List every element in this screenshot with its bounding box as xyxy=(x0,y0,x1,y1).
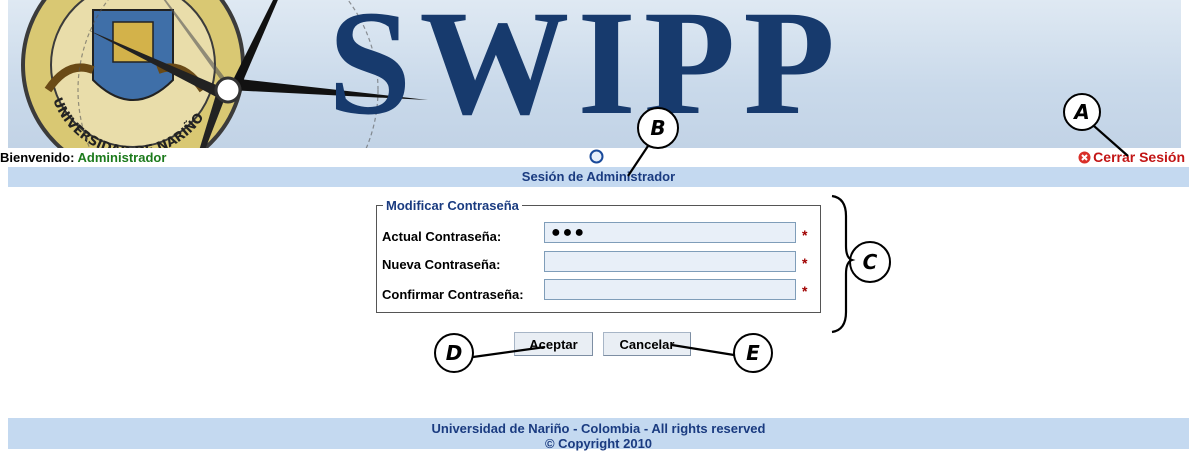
close-circle-icon xyxy=(1078,151,1091,163)
new-password-label: Nueva Contraseña: xyxy=(382,257,501,272)
new-password-input[interactable] xyxy=(544,251,796,272)
welcome-user: Administrador xyxy=(77,150,167,165)
required-marker: * xyxy=(802,227,808,243)
logout-label: Cerrar Sesión xyxy=(1093,149,1185,165)
required-marker: * xyxy=(802,283,808,299)
current-password-input[interactable] xyxy=(544,222,796,243)
cancel-button[interactable]: Cancelar xyxy=(603,332,691,356)
banner-title: SWIPP xyxy=(328,0,844,146)
logout-link[interactable]: Cerrar Sesión xyxy=(1078,149,1185,165)
welcome-text: Bienvenido: Administrador xyxy=(0,150,166,165)
welcome-label: Bienvenido: xyxy=(0,150,75,165)
page-footer: Universidad de Nariño - Colombia - All r… xyxy=(8,418,1189,451)
home-circle-icon[interactable] xyxy=(589,149,604,164)
session-title: Sesión de Administrador xyxy=(521,169,676,184)
footer-line1: Universidad de Nariño - Colombia - All r… xyxy=(431,421,766,436)
site-banner: UNIVERSIDAD DE NARIÑO SWIPP xyxy=(8,0,1181,148)
welcome-bar: Bienvenido: Administrador Cerrar Sesión xyxy=(0,148,1189,166)
confirm-password-input[interactable] xyxy=(544,279,796,300)
session-title-bar: Sesión de Administrador xyxy=(8,167,1189,187)
confirm-password-label: Confirmar Contraseña: xyxy=(382,287,524,302)
accept-button[interactable]: Aceptar xyxy=(514,332,593,356)
current-password-label: Actual Contraseña: xyxy=(382,229,502,244)
required-marker: * xyxy=(802,255,808,271)
fieldset-legend: Modificar Contraseña xyxy=(383,198,522,213)
